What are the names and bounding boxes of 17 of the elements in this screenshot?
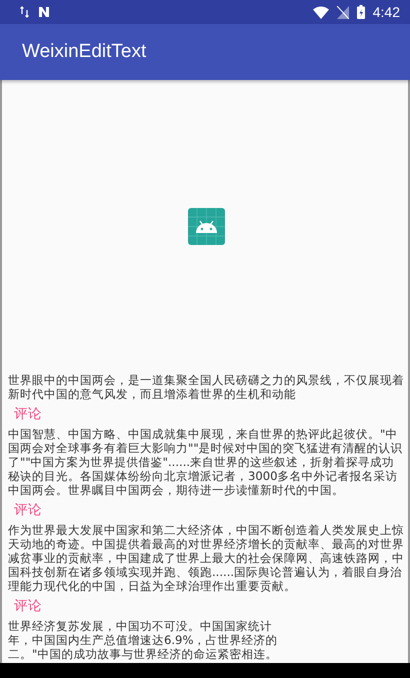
article-text: 世界眼中的中国两会，是一道集聚全国人民磅礴之力的风景线，不仅展现着新时代中国的意气风发，而且增添着世界的生机和动能 bbox=[8, 373, 404, 401]
app-title: WeixinEditText bbox=[22, 41, 146, 63]
comment-link[interactable]: 评论 bbox=[14, 501, 42, 519]
notification-icon bbox=[38, 6, 50, 18]
article-text: 中国智慧、中国方略、中国成就集中展现，来自世界的热评此起彼伏。"中国两会对全球事务有着巨大影响力""是时候对中国的突飞猛进有清醒的认识了""中国方案为世界提供借鉴"......来自世界的这些叙述，折射着探寻成功秘诀的目光。各国媒体纷纷向北京增派记者，3000多名中外记者报名采访中国两会。世界瞩目中国两会，期待进一步读懂新时代的中国。 bbox=[8, 427, 404, 497]
article-text-line: 年，中国国内生产总值增速达6.9%，占世界经济的 bbox=[8, 633, 278, 647]
article-text: 作为世界最大发展中国家和第二大经济体，中国不断创造着人类发展史上惊天动地的奇迹。中国提供着最高的对世界经济增长的贡献率、最高的对世界减贫事业的贡献率，中国建成了世界上最大的社会保障网、高速铁路网，中国科技创新在诸多领域实现并跑、领跑......国际舆论普遍认为，着眼自身治理能力现代化的中国，日益为全球治理作出重要贡献。 bbox=[8, 523, 404, 593]
comment-link[interactable]: 评论 bbox=[14, 597, 42, 615]
comment-link[interactable]: 评论 bbox=[14, 405, 42, 423]
no-signal-icon bbox=[336, 6, 349, 18]
article-text-line: 世界经济复苏发展，中国功不可没。中国国家统计 bbox=[8, 619, 273, 633]
wifi-icon bbox=[312, 6, 329, 18]
status-time: 4:42 bbox=[372, 4, 400, 20]
android-app-icon bbox=[188, 208, 224, 245]
data-arrows-icon bbox=[20, 6, 30, 18]
battery-icon bbox=[356, 5, 365, 19]
article-text-line: 二。"中国的成功故事与世界经济的命运紧密相连。 bbox=[8, 647, 278, 661]
